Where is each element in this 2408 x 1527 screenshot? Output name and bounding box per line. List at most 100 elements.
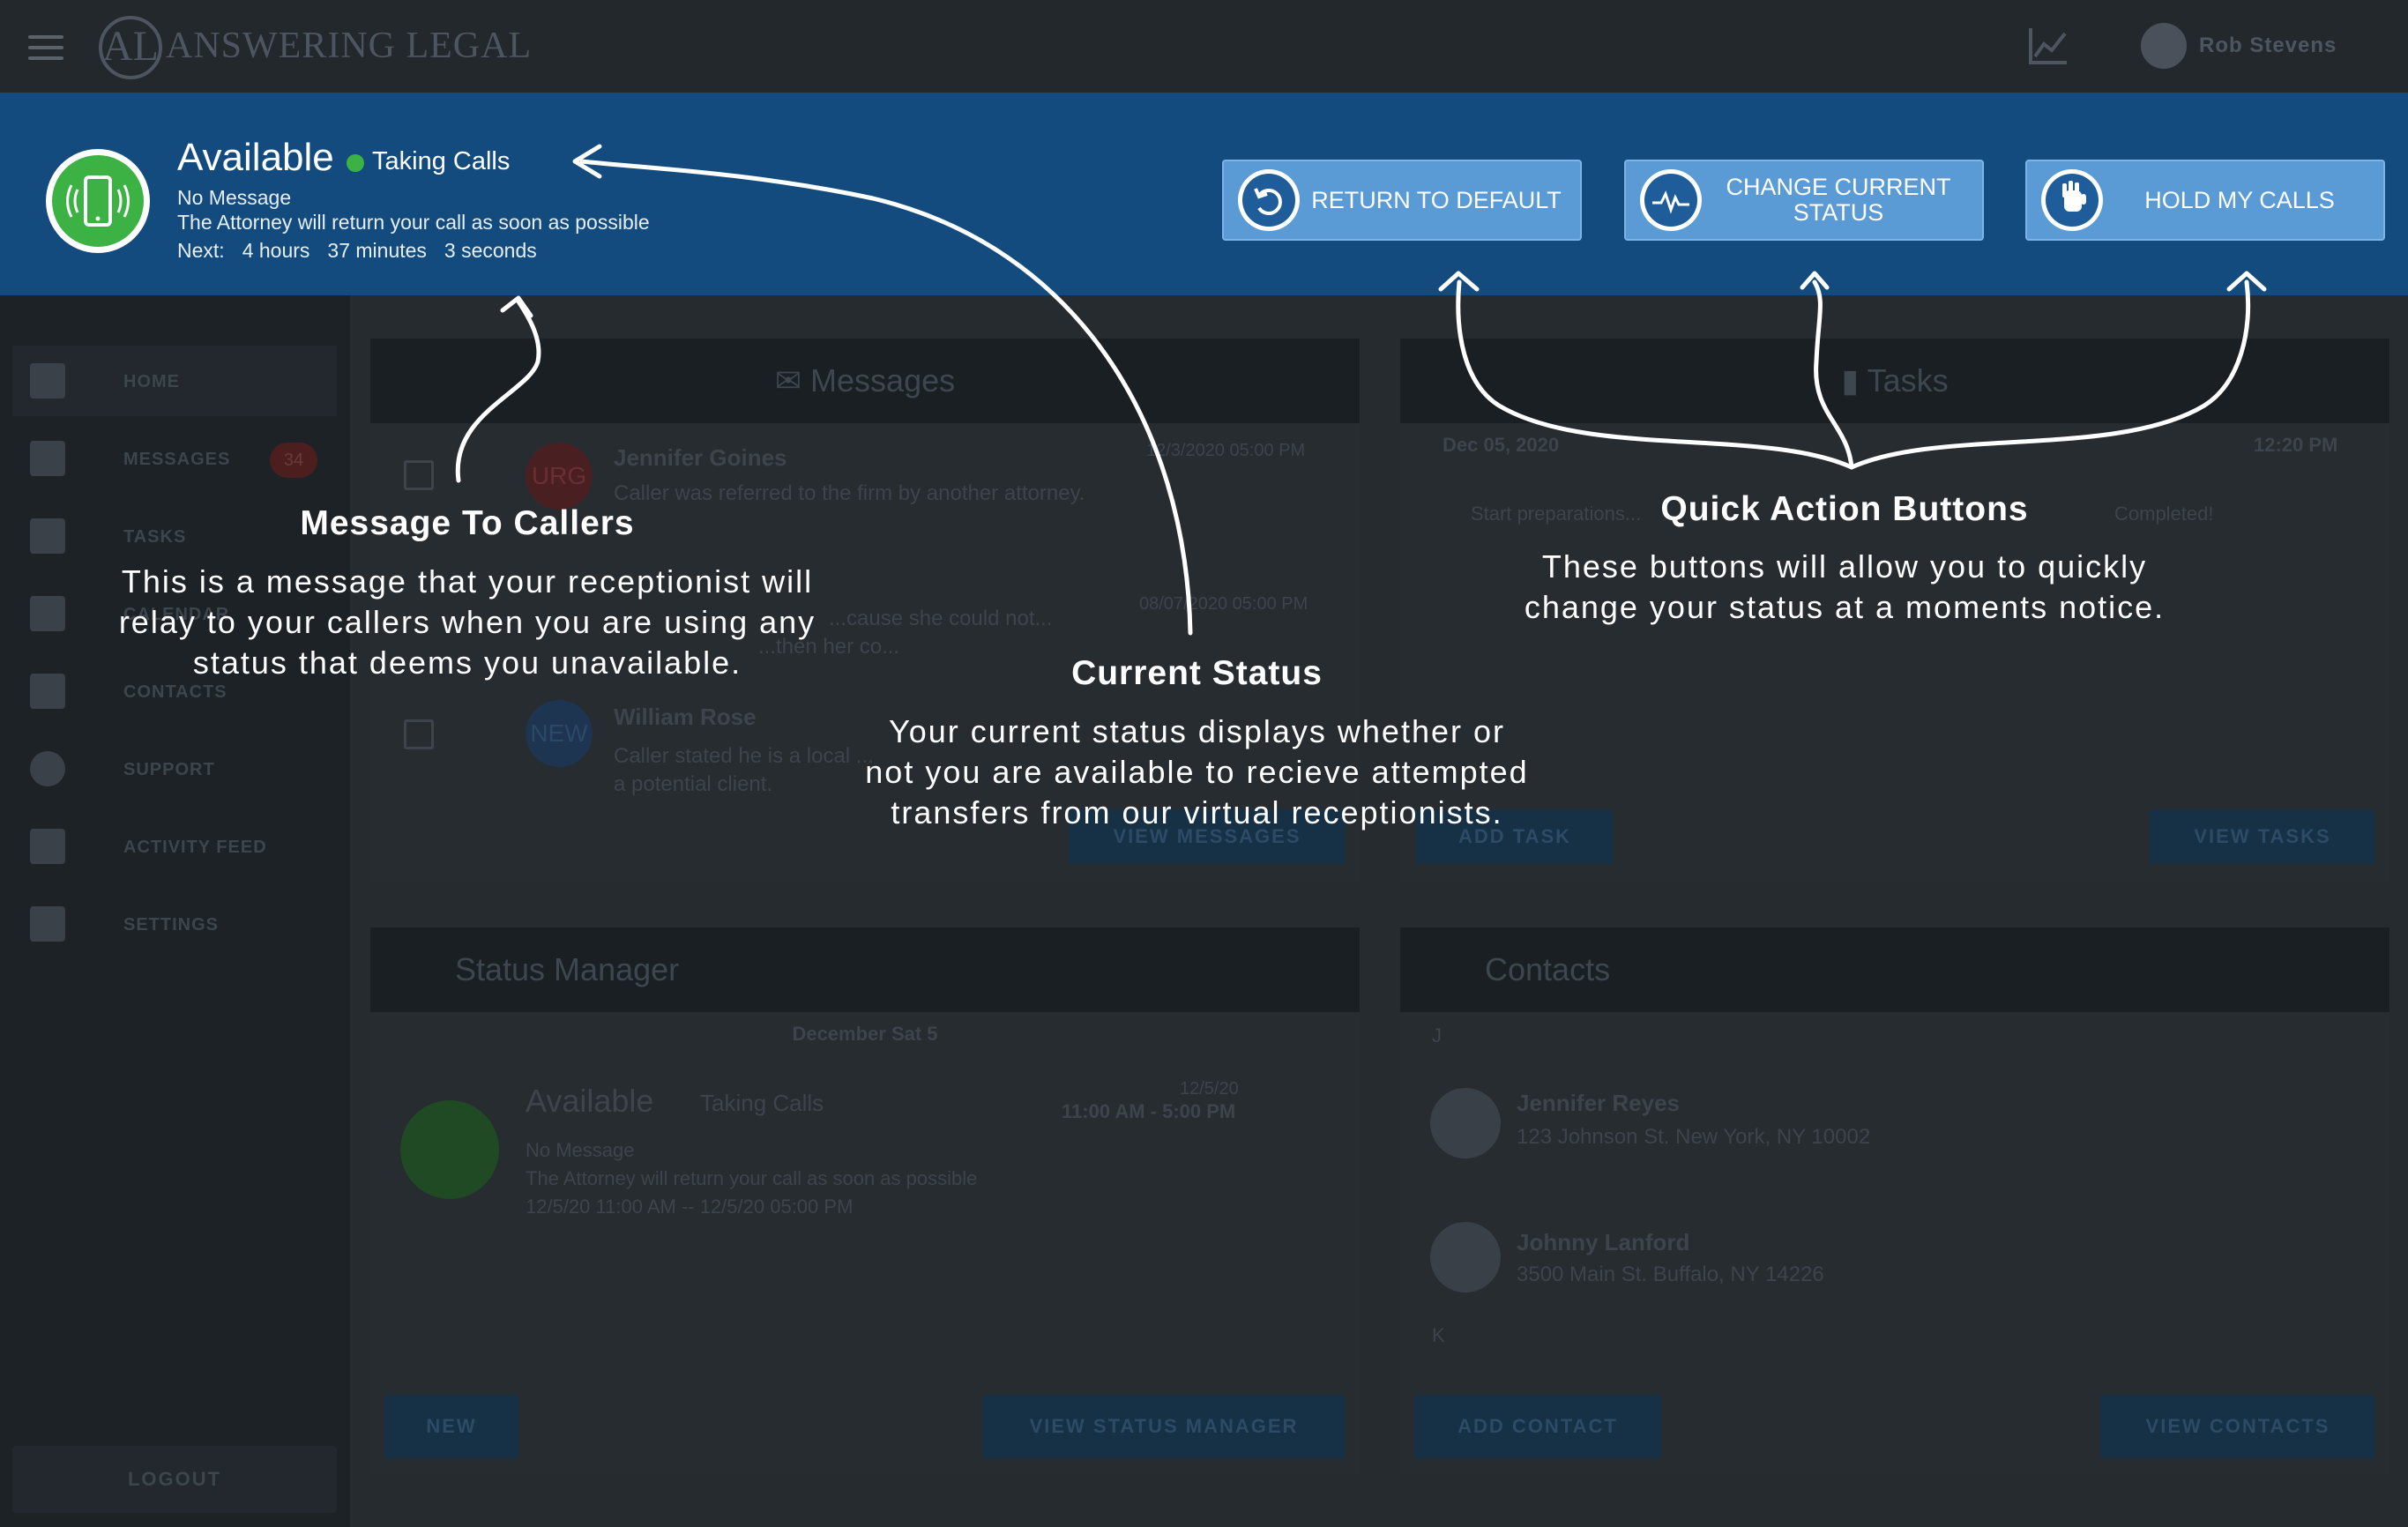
status-entry-range: 12/5/20 11:00 AM -- 12/5/20 05:00 PM <box>526 1196 854 1218</box>
next-minutes: 37 minutes <box>327 239 427 262</box>
annotation-line: not you are available to recieve attempt… <box>865 754 1529 790</box>
status-entry-icon <box>400 1100 499 1199</box>
annotation-line: transfers from our virtual receptionists… <box>891 794 1503 831</box>
hand-stop-icon <box>2041 169 2103 231</box>
mail-icon <box>30 441 65 476</box>
undo-icon <box>1238 169 1300 231</box>
add-contact-button[interactable]: ADD CONTACT <box>1414 1395 1661 1458</box>
sidebar-item-label: SUPPORT <box>123 760 215 779</box>
contact-address: 123 Johnson St. New York, NY 10002 <box>1517 1125 1871 1149</box>
task-time: 12:20 PM <box>2254 434 2338 456</box>
sidebar-item-label: SETTINGS <box>123 915 220 935</box>
logo-text: ANSWERING LEGAL <box>166 26 533 66</box>
next-hours: 4 hours <box>242 239 310 262</box>
view-tasks-button[interactable]: VIEW TASKS <box>2150 809 2375 864</box>
monitor-icon <box>30 829 65 864</box>
message-text: Caller was referred to the firm by anoth… <box>614 481 1085 505</box>
annotation-line: change your status at a moments notice. <box>1524 589 2166 625</box>
contact-name[interactable]: Jennifer Reyes <box>1517 1090 1680 1117</box>
message-avatar: URG <box>526 443 593 510</box>
new-status-button[interactable]: NEW <box>384 1395 518 1458</box>
annotation-message-to-callers-body: This is a message that your receptionist… <box>53 562 882 683</box>
message-avatar: NEW <box>526 700 593 767</box>
sidebar-item-label: MESSAGES <box>123 450 231 469</box>
messages-card-header: ✉ Messages <box>370 339 1360 423</box>
status-entry-sub: Taking Calls <box>700 1090 824 1116</box>
annotation-current-status-title: Current Status <box>1071 654 1323 692</box>
hold-my-calls-label: HOLD MY CALLS <box>2144 186 2335 213</box>
message-checkbox[interactable] <box>404 719 434 749</box>
tasks-card-title: Tasks <box>1867 362 1949 399</box>
view-contacts-button[interactable]: VIEW CONTACTS <box>2100 1395 2375 1458</box>
annotation-current-status-body: Your current status displays whether or … <box>794 711 1600 833</box>
status-title: Available <box>177 136 334 179</box>
status-entry-date: 12/5/20 <box>1180 1079 1239 1099</box>
messages-count-badge: 34 <box>270 443 317 478</box>
status-manager-card: Status Manager December Sat 5 Available … <box>370 927 1360 1474</box>
annotation-line: relay to your callers when you are using… <box>118 604 816 640</box>
sidebar-item-label: CONTACTS <box>123 682 227 702</box>
return-to-default-button[interactable]: RETURN TO DEFAULT <box>1222 160 1582 241</box>
gears-icon <box>30 906 65 942</box>
tasks-card-header: ▮ Tasks <box>1400 339 2389 423</box>
change-current-status-label: CHANGE CURRENT STATUS <box>1726 174 1951 226</box>
help-icon <box>30 751 65 786</box>
message-sender: William Rose <box>614 704 757 730</box>
sidebar-item-support[interactable]: SUPPORT <box>12 734 337 804</box>
contact-name[interactable]: Johnny Lanford <box>1517 1229 1689 1256</box>
chart-icon[interactable] <box>2028 26 2069 65</box>
status-phone-icon <box>46 149 150 253</box>
sidebar-item-label: HOME <box>123 372 180 391</box>
status-sub-label: Taking Calls <box>372 147 511 175</box>
annotation-line: Your current status displays whether or <box>889 713 1505 749</box>
notebook-icon: ▮ <box>1841 362 1868 399</box>
message-date: 08/07/2020 05:00 PM <box>1139 594 1308 614</box>
message-checkbox[interactable] <box>404 460 434 490</box>
next-seconds: 3 seconds <box>444 239 537 262</box>
message-date: 12/3/2020 05:00 PM <box>1146 441 1306 460</box>
pulse-icon <box>1640 169 1702 231</box>
annotation-quick-action-title: Quick Action Buttons <box>1660 490 2029 528</box>
annotation-line: These buttons will allow you to quickly <box>1541 548 2148 585</box>
change-current-status-button[interactable]: CHANGE CURRENT STATUS <box>1624 160 1984 241</box>
status-message: No Message <box>177 186 292 209</box>
status-entry-title: Available <box>526 1083 654 1119</box>
sidebar-item-settings[interactable]: SETTINGS <box>12 889 337 959</box>
contacts-group-letter: K <box>1432 1324 1445 1346</box>
user-avatar[interactable] <box>2141 23 2187 69</box>
sidebar-item-home[interactable]: HOME <box>12 346 337 416</box>
contact-avatar <box>1430 1222 1501 1292</box>
annotation-line: status that deems you unavailable. <box>192 644 742 681</box>
status-manager-date: December Sat 5 <box>792 1023 938 1045</box>
contact-avatar <box>1430 1088 1501 1158</box>
user-name[interactable]: Rob Stevens <box>2199 34 2337 58</box>
messages-card-title: Messages <box>810 362 956 399</box>
hold-my-calls-button[interactable]: HOLD MY CALLS <box>2025 160 2385 241</box>
contacts-group-letter: J <box>1432 1024 1442 1047</box>
contact-address: 3500 Main St. Buffalo, NY 14226 <box>1517 1263 1824 1286</box>
annotation-line: This is a message that your receptionist… <box>121 563 814 600</box>
next-label: Next: <box>177 239 225 262</box>
next-status-countdown: Next: 4 hours 37 minutes 3 seconds <box>177 239 555 263</box>
status-entry-message: No Message <box>526 1139 635 1161</box>
sidebar-item-label: ACTIVITY FEED <box>123 838 267 857</box>
message-text: a potential client. <box>614 772 773 796</box>
return-to-default-label: RETURN TO DEFAULT <box>1311 186 1562 213</box>
message-sender: Jennifer Goines <box>614 444 787 471</box>
contacts-card-header: Contacts <box>1400 927 2389 1012</box>
hamburger-menu-icon[interactable] <box>28 35 63 60</box>
logout-button[interactable]: LOGOUT <box>12 1446 337 1513</box>
annotation-message-to-callers-title: Message To Callers <box>300 504 635 542</box>
status-detail: The Attorney will return your call as so… <box>177 211 650 234</box>
annotation-quick-action-body: These buttons will allow you to quickly … <box>1446 547 2243 628</box>
dashboard-icon <box>30 363 65 399</box>
sidebar-item-activity-feed[interactable]: ACTIVITY FEED <box>12 811 337 882</box>
status-indicator-dot <box>347 154 364 172</box>
status-entry-time: 11:00 AM - 5:00 PM <box>1062 1100 1236 1122</box>
view-status-manager-button[interactable]: VIEW STATUS MANAGER <box>982 1395 1346 1458</box>
task-date: Dec 05, 2020 <box>1443 434 1560 456</box>
status-entry-detail: The Attorney will return your call as so… <box>526 1167 978 1189</box>
contacts-card: Contacts J Jennifer Reyes 123 Johnson St… <box>1400 927 2389 1474</box>
status-manager-card-header: Status Manager <box>370 927 1360 1012</box>
logo-mark: AL <box>99 16 162 79</box>
